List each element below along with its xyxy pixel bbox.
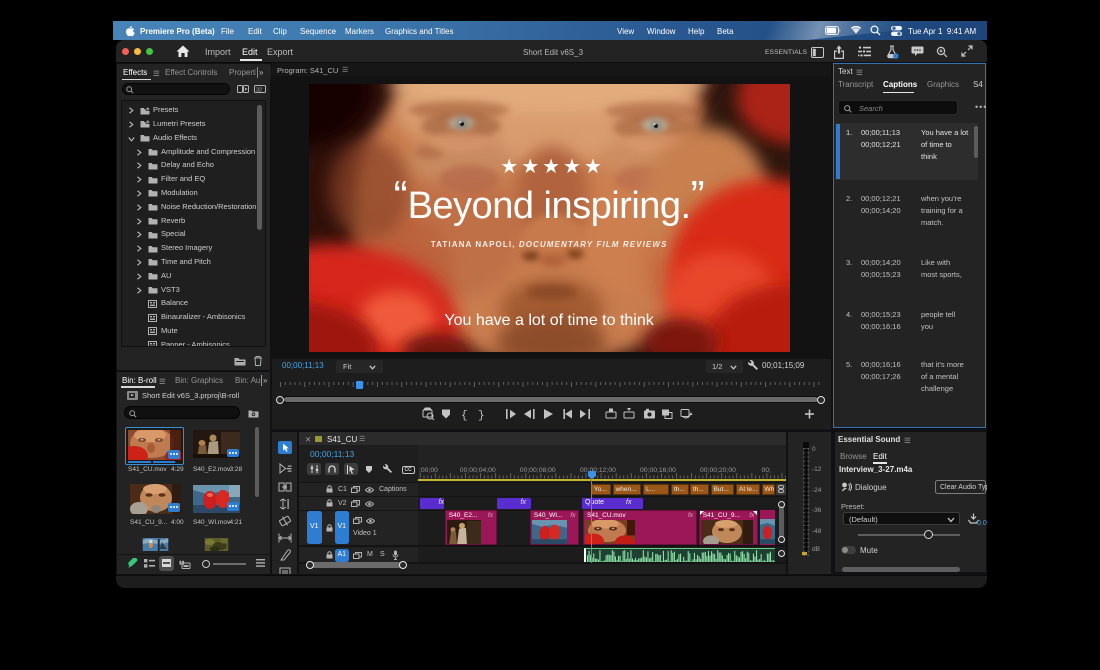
- svg-text:{: {: [461, 410, 468, 421]
- svg-text:}: }: [478, 410, 485, 421]
- svg-text:32: 32: [256, 88, 262, 94]
